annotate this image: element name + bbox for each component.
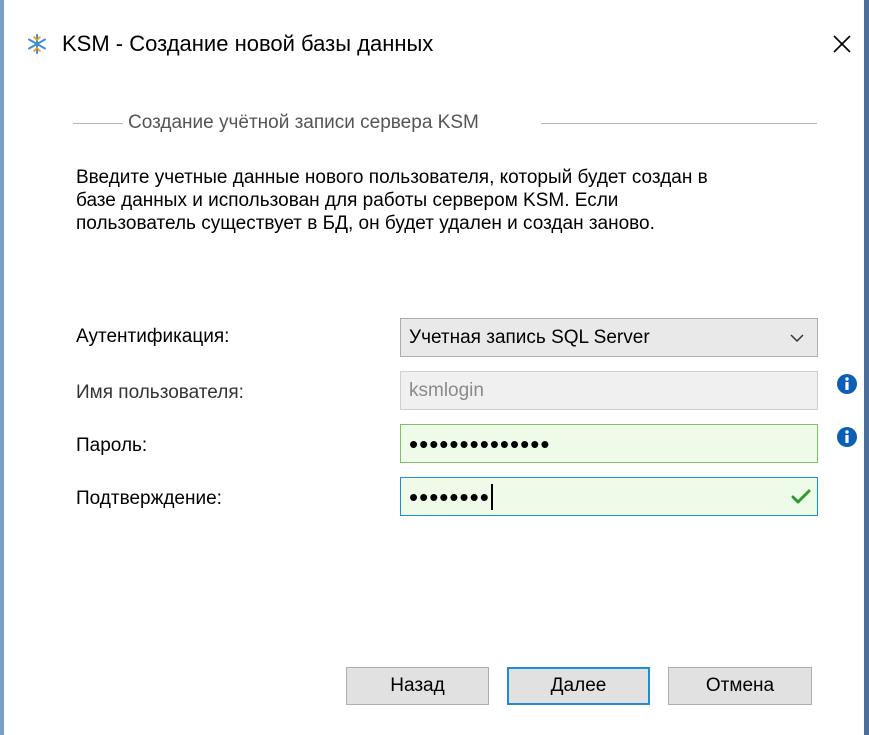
window-frame-right <box>864 0 869 735</box>
username-info-icon[interactable] <box>836 373 858 395</box>
auth-label: Аутентификация: <box>76 326 230 347</box>
window-title: KSM - Создание новой базы данных <box>62 31 434 56</box>
window-frame-left <box>0 0 4 735</box>
username-input[interactable]: ksmlogin <box>400 371 818 410</box>
password-info-icon[interactable] <box>836 426 858 448</box>
dialog-window: KSM - Создание новой базы данных Создани… <box>0 0 869 735</box>
username-label: Имя пользователя: <box>76 382 244 403</box>
auth-select-value: Учетная запись SQL Server <box>409 327 650 348</box>
description-line-1: Введите учетные данные нового пользовате… <box>76 167 708 188</box>
username-value: ksmlogin <box>409 380 484 401</box>
next-button[interactable]: Далее <box>507 667 650 705</box>
title-bar[interactable]: KSM - Создание новой базы данных <box>4 0 864 88</box>
text-caret <box>490 484 493 510</box>
group-divider-left <box>73 123 123 124</box>
checkmark-icon <box>791 489 811 504</box>
close-button[interactable] <box>824 26 860 62</box>
description-line-3: пользователь существует в БД, он будет у… <box>76 213 655 234</box>
password-input[interactable]: •••••••••••••• <box>400 424 818 463</box>
group-divider-right <box>541 123 817 124</box>
description-line-2: базе данных и использован для работы сер… <box>76 190 619 211</box>
cancel-button[interactable]: Отмена <box>668 667 812 705</box>
password-label: Пароль: <box>76 435 148 456</box>
confirm-label: Подтверждение: <box>76 488 222 509</box>
back-button[interactable]: Назад <box>346 667 489 705</box>
password-value: •••••••••••••• <box>409 429 551 459</box>
chevron-down-icon <box>790 334 804 343</box>
group-title: Создание учётной записи сервера KSM <box>128 112 479 133</box>
auth-select[interactable]: Учетная запись SQL Server <box>400 318 818 357</box>
confirm-input[interactable]: •••••••• <box>400 477 818 516</box>
confirm-value: •••••••• <box>409 482 490 512</box>
confirm-value-wrap: •••••••• <box>409 483 493 511</box>
ksm-snowflake-icon <box>28 34 46 54</box>
description-text: Введите учетные данные нового пользовате… <box>76 166 836 235</box>
close-icon <box>833 35 851 53</box>
